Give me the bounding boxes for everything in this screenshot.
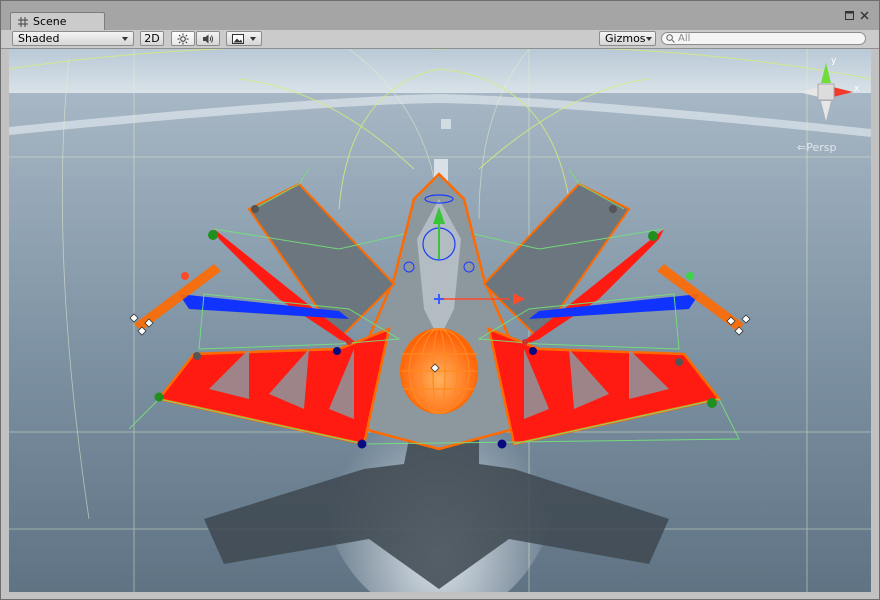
close-icon[interactable] xyxy=(860,11,869,20)
orientation-gizmo[interactable]: y x xyxy=(791,55,861,125)
search-icon xyxy=(666,34,675,43)
chevron-down-icon xyxy=(645,36,652,41)
axis-x-label: x xyxy=(854,84,860,94)
speaker-icon xyxy=(203,34,213,43)
scene-toolbar: Shaded 2D Gizmos All xyxy=(1,30,879,49)
gizmos-dropdown[interactable]: Gizmos xyxy=(599,31,656,46)
draw-mode-label: Shaded xyxy=(18,32,60,45)
scene-viewport[interactable]: y x ⇐Persp xyxy=(9,49,871,592)
tab-scene[interactable]: Scene xyxy=(10,12,105,30)
scene-window: Scene Shaded 2D Gizmos All y x ⇐Persp xyxy=(0,0,880,600)
mode-2d-label: 2D xyxy=(144,32,160,45)
scene-render xyxy=(9,49,871,592)
chevron-down-icon xyxy=(122,36,128,41)
maximize-icon[interactable] xyxy=(845,11,854,20)
mode-2d-toggle[interactable]: 2D xyxy=(140,31,164,46)
audio-toggle[interactable] xyxy=(196,31,220,46)
search-field[interactable]: All xyxy=(661,32,866,45)
draw-mode-dropdown[interactable]: Shaded xyxy=(12,31,134,46)
window-controls xyxy=(845,11,869,20)
lighting-toggle[interactable] xyxy=(171,31,195,46)
runway-light xyxy=(441,119,451,129)
projection-label[interactable]: ⇐Persp xyxy=(797,141,836,154)
gizmos-label: Gizmos xyxy=(605,32,646,45)
tab-scene-label: Scene xyxy=(33,15,67,28)
image-effects-icon xyxy=(232,33,244,44)
axis-y-label: y xyxy=(831,56,837,66)
tab-bar: Scene xyxy=(1,1,879,31)
scene-grid-icon xyxy=(18,16,28,27)
sun-icon xyxy=(177,33,189,44)
effects-dropdown[interactable] xyxy=(226,31,262,46)
persp-arrow-icon: ⇐ xyxy=(797,141,807,154)
projection-text: Persp xyxy=(806,141,837,154)
chevron-down-icon xyxy=(250,36,256,41)
search-input[interactable]: All xyxy=(678,33,690,44)
